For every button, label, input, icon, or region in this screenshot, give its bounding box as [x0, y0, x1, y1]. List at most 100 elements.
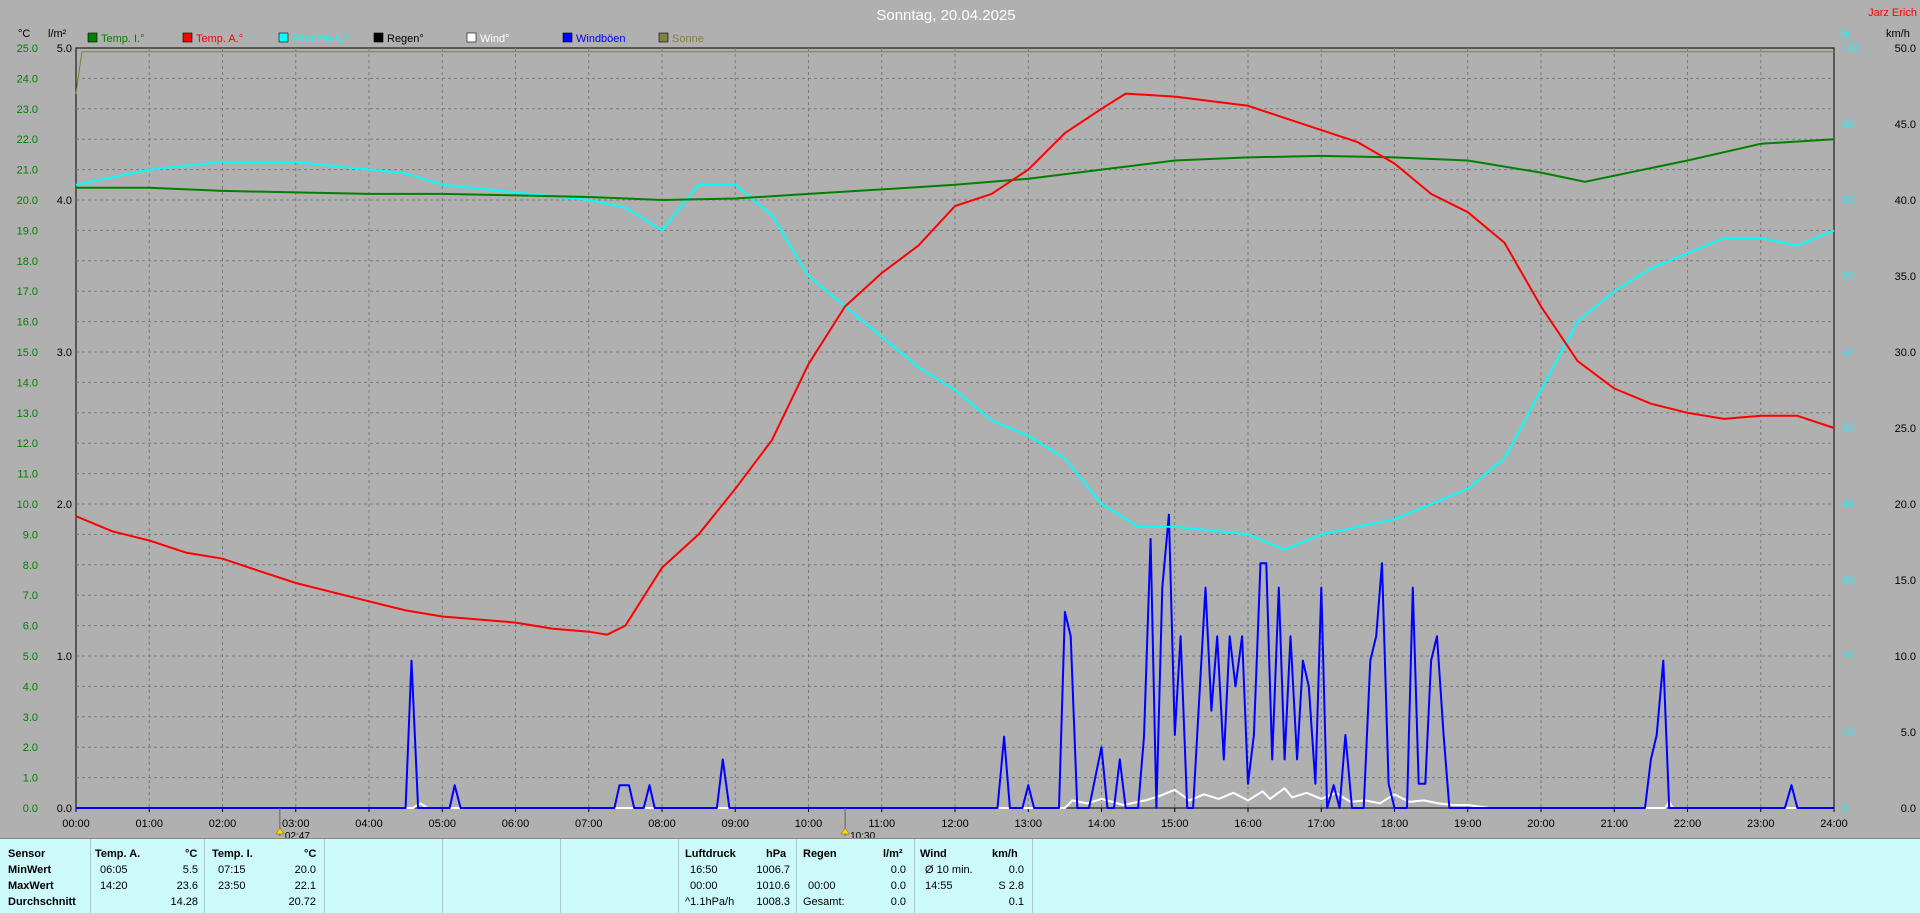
temp-i-min-time: 07:15 [218, 864, 246, 876]
rain-total: 0.0 [890, 896, 906, 908]
wind-tick-label: 50.0 [1895, 43, 1916, 55]
x-tick-label: 04:00 [355, 818, 383, 830]
temp-a-max-time: 14:20 [100, 880, 128, 892]
marker-label: 10:30 [850, 831, 875, 838]
marker-label: 02:47 [285, 831, 310, 838]
x-tick-label: 03:00 [282, 818, 310, 830]
x-tick-label: 16:00 [1234, 818, 1262, 830]
x-tick-label: 10:00 [795, 818, 823, 830]
x-tick-label: 21:00 [1600, 818, 1628, 830]
pressure-trend: 1008.3 [756, 896, 790, 908]
legend-label: Windböen [576, 33, 626, 45]
x-tick-label: 11:00 [868, 818, 895, 830]
divider [1032, 839, 1033, 913]
pressure-min: 1006.7 [756, 864, 790, 876]
x-tick-label: 00:00 [62, 818, 90, 830]
temp-tick-label: 5.0 [23, 651, 38, 663]
wind-tick-label: 0.0 [1901, 803, 1916, 815]
legend-swatch [278, 32, 289, 43]
unit-temp: °C [18, 28, 30, 40]
divider [204, 839, 205, 913]
stats-panel: Sensor MinWert MaxWert Durchschnitt Temp… [0, 838, 1920, 913]
x-tick-label: 17:00 [1307, 818, 1335, 830]
divider [90, 839, 91, 913]
rain-unit: l/m² [883, 848, 903, 860]
rain-tick-label: 4.0 [57, 195, 72, 207]
temp-tick-label: 10.0 [17, 499, 38, 511]
x-tick-label: 12:00 [941, 818, 969, 830]
temp-tick-label: 22.0 [17, 134, 38, 146]
humidity-tick-label: 60 [1842, 347, 1854, 359]
temp-tick-label: 19.0 [17, 225, 38, 237]
temp-tick-label: 0.0 [23, 803, 38, 815]
x-tick-label: 01:00 [135, 818, 163, 830]
temp-i-max: 22.1 [294, 880, 316, 892]
sensor-header: Sensor [8, 848, 46, 860]
legend-swatch [182, 32, 193, 43]
chart-title: Sonntag, 20.04.2025 [876, 7, 1015, 24]
humidity-tick-label: 50 [1842, 423, 1854, 435]
humidity-tick-label: 80 [1842, 195, 1854, 207]
temp-tick-label: 6.0 [23, 621, 38, 633]
min-label: MinWert [8, 864, 52, 876]
wind-max-time: 14:55 [925, 880, 953, 892]
legend-label: Feuchte A.° [292, 33, 349, 45]
x-tick-label: 08:00 [648, 818, 676, 830]
temp-tick-label: 13.0 [17, 408, 38, 420]
temp-tick-label: 12.0 [17, 438, 38, 450]
x-tick-label: 23:00 [1747, 818, 1775, 830]
x-tick-label: 06:00 [502, 818, 530, 830]
temp-tick-label: 16.0 [17, 317, 38, 329]
temp-tick-label: 8.0 [23, 560, 38, 572]
humidity-tick-label: 30 [1842, 575, 1854, 587]
legend-label: Regen° [387, 33, 424, 45]
pressure-max-time: 00:00 [690, 880, 718, 892]
wind-tick-label: 10.0 [1895, 651, 1916, 663]
unit-humidity: % [1840, 28, 1850, 40]
divider [796, 839, 797, 913]
temp-tick-label: 25.0 [17, 43, 38, 55]
rain-value-2: 0.0 [890, 880, 906, 892]
x-tick-label: 20:00 [1527, 818, 1555, 830]
weather-chart: Sonntag, 20.04.2025 Jarz Erich °C l/m² %… [0, 0, 1920, 838]
humidity-tick-label: 90 [1842, 119, 1854, 131]
rain-tick-label: 3.0 [57, 347, 72, 359]
x-tick-label: 22:00 [1674, 818, 1702, 830]
pressure-min-time: 16:50 [690, 864, 718, 876]
temp-i-avg: 20.72 [288, 896, 316, 908]
wind-unit: km/h [992, 848, 1018, 860]
rain-tick-label: 0.0 [57, 803, 72, 815]
divider [678, 839, 679, 913]
divider [560, 839, 561, 913]
x-tick-label: 07:00 [575, 818, 603, 830]
x-tick-label: 15:00 [1161, 818, 1189, 830]
humidity-tick-label: 10 [1842, 727, 1854, 739]
temp-tick-label: 1.0 [23, 773, 38, 785]
rain-tick-label: 1.0 [57, 651, 72, 663]
wind-avg-label: Ø 10 min. [925, 864, 973, 876]
author-label: Jarz Erich [1868, 7, 1917, 19]
legend-swatch [373, 32, 384, 43]
rain-time: 00:00 [808, 880, 836, 892]
wind-tick-label: 25.0 [1895, 423, 1916, 435]
temp-tick-label: 3.0 [23, 712, 38, 724]
temp-tick-label: 24.0 [17, 73, 38, 85]
temp-tick-label: 20.0 [17, 195, 38, 207]
divider [324, 839, 325, 913]
temp-tick-label: 17.0 [17, 286, 38, 298]
rain-header: Regen [803, 848, 837, 860]
legend-swatch [658, 32, 669, 43]
x-tick-label: 24:00 [1820, 818, 1848, 830]
humidity-tick-label: 100 [1842, 43, 1860, 55]
temp-a-min: 5.5 [182, 864, 198, 876]
legend-swatch [87, 32, 98, 43]
temp-a-unit: °C [185, 848, 198, 860]
rain-tick-label: 5.0 [57, 43, 72, 55]
wind-value-3: 0.1 [1008, 896, 1024, 908]
temp-a-max: 23.6 [176, 880, 198, 892]
wind-tick-label: 35.0 [1895, 271, 1916, 283]
pressure-max: 1010.6 [756, 880, 790, 892]
temp-i-min: 20.0 [294, 864, 316, 876]
humidity-tick-label: 40 [1842, 499, 1854, 511]
pressure-header: Luftdruck [685, 848, 736, 860]
